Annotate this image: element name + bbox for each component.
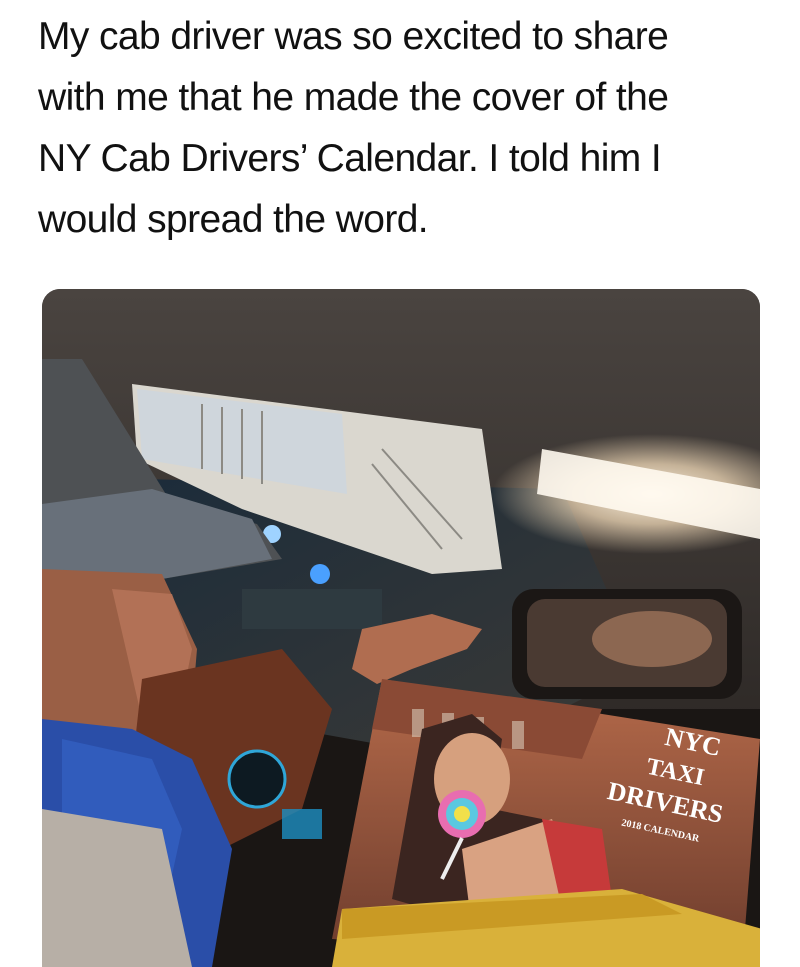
caption-line: My cab driver was so excited to share [38, 15, 669, 58]
taxi-photo: NYC TAXI DRIVERS 2018 CALENDAR [42, 289, 760, 967]
caption-line: with me that he made the cover of the [38, 76, 669, 119]
caption-line: NY Cab Drivers’ Calendar. I told him I [38, 137, 662, 180]
taxi-photo-illustration: NYC TAXI DRIVERS 2018 CALENDAR [42, 289, 760, 967]
caption-line: would spread the word. [38, 198, 429, 241]
post-caption: My cab driver was so excited to share wi… [38, 6, 768, 250]
